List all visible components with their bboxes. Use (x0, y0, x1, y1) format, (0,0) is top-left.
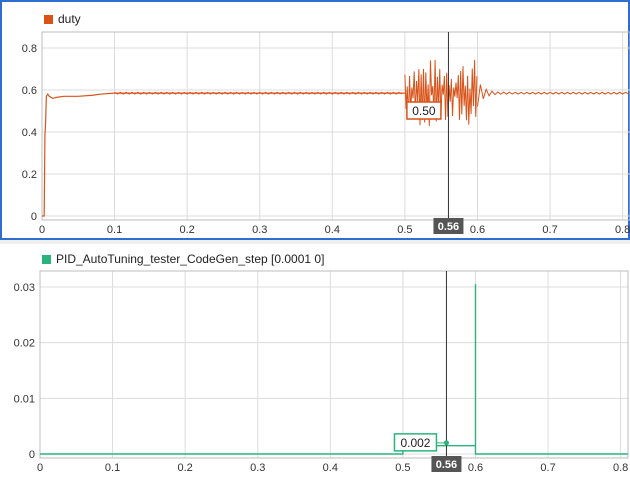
marker-label: 0.002 (400, 436, 430, 450)
y-tick-label: 0.6 (22, 85, 37, 97)
cursor-badge-label: 0.56 (438, 221, 459, 233)
x-tick-label: 0.8 (613, 462, 628, 474)
x-tick-label: 0.3 (250, 462, 265, 474)
y-tick-label: 0.03 (14, 282, 35, 294)
x-tick-label: 0.1 (107, 224, 122, 236)
x-tick-label: 0.3 (252, 224, 267, 236)
x-tick-label: 0.5 (395, 462, 410, 474)
y-tick-label: 0.02 (14, 338, 35, 350)
x-tick-label: 0.2 (178, 462, 193, 474)
plot-frame (41, 31, 630, 221)
marker-label: 0.50 (412, 104, 436, 118)
x-tick-label: 0.4 (323, 462, 338, 474)
x-tick-label: 0.7 (540, 462, 555, 474)
x-tick-label: 0 (39, 224, 45, 236)
x-tick-label: 0.7 (542, 224, 557, 236)
plot-frame (39, 270, 629, 459)
y-tick-label: 0 (29, 449, 35, 461)
series-after-duty (476, 84, 629, 107)
x-tick-label: 0.1 (105, 462, 120, 474)
y-tick-label: 0.8 (22, 43, 37, 55)
series-line-duty (42, 92, 405, 217)
x-tick-label: 0 (37, 462, 43, 474)
y-tick-label: 0.01 (14, 393, 35, 405)
step-chart-plot[interactable]: 0 0.1 0.2 0.3 0.4 0.5 0.6 0.7 0.8 0 0.01 0.02 0.03 0.… (0, 244, 630, 477)
step-chart-panel[interactable]: PID_AutoTuning_tester_CodeGen_step [0.00… (0, 244, 630, 477)
duty-chart-panel[interactable]: duty 0 0.1 0.2 0.3 0.4 0.5 0.6 0.7 0.8 0 0.2 0.4 0.6… (0, 0, 630, 240)
y-tick-label: 0 (31, 211, 37, 223)
x-tick-label: 0.5 (397, 224, 412, 236)
x-tick-label: 0.6 (470, 224, 485, 236)
series-line-step (40, 284, 628, 455)
x-tick-label: 0.6 (468, 462, 483, 474)
y-tick-label: 0.4 (22, 127, 37, 139)
duty-chart-plot[interactable]: 0 0.1 0.2 0.3 0.4 0.5 0.6 0.7 0.8 0 0.2 0.4 0.6 0.8 0.… (2, 2, 630, 242)
x-tick-label: 0.2 (180, 224, 195, 236)
x-tick-label: 0.4 (325, 224, 340, 236)
y-tick-label: 0.2 (22, 169, 37, 181)
x-tick-label: 0.8 (615, 224, 630, 236)
cursor-badge-label: 0.56 (436, 459, 457, 471)
